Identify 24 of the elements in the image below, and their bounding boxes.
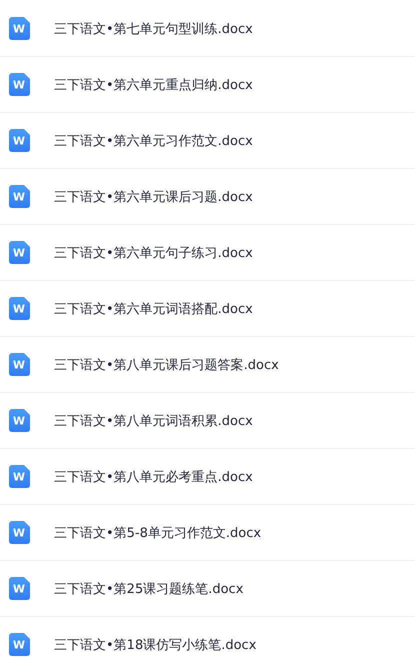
word-document-icon: W (9, 409, 30, 432)
file-name[interactable]: 三下语文•第六单元词语搭配.docx (54, 300, 253, 318)
file-name[interactable]: 三下语文•第六单元课后习题.docx (54, 188, 253, 206)
file-name[interactable]: 三下语文•第18课仿写小练笔.docx (54, 636, 256, 654)
word-document-icon: W (9, 17, 30, 40)
word-document-icon: W (9, 577, 30, 600)
file-name[interactable]: 三下语文•第六单元习作范文.docx (54, 132, 253, 150)
file-name[interactable]: 三下语文•第25课习题练笔.docx (54, 580, 244, 598)
word-document-icon: W (9, 465, 30, 488)
file-name[interactable]: 三下语文•第八单元必考重点.docx (54, 468, 253, 486)
word-document-icon: W (9, 129, 30, 152)
word-document-icon: W (9, 297, 30, 320)
word-document-icon: W (9, 241, 30, 264)
file-name[interactable]: 三下语文•第八单元词语积累.docx (54, 412, 253, 430)
word-document-icon: W (9, 633, 30, 656)
file-name[interactable]: 三下语文•第八单元课后习题答案.docx (54, 356, 279, 374)
word-document-icon: W (9, 73, 30, 96)
file-name[interactable]: 三下语文•第七单元句型训练.docx (54, 20, 253, 38)
word-document-icon: W (9, 185, 30, 208)
word-document-icon: W (9, 521, 30, 544)
file-name[interactable]: 三下语文•第六单元句子练习.docx (54, 244, 253, 262)
file-name[interactable]: 三下语文•第六单元重点归纳.docx (54, 76, 253, 94)
file-name[interactable]: 三下语文•第5-8单元习作范文.docx (54, 524, 262, 542)
word-document-icon: W (9, 353, 30, 376)
